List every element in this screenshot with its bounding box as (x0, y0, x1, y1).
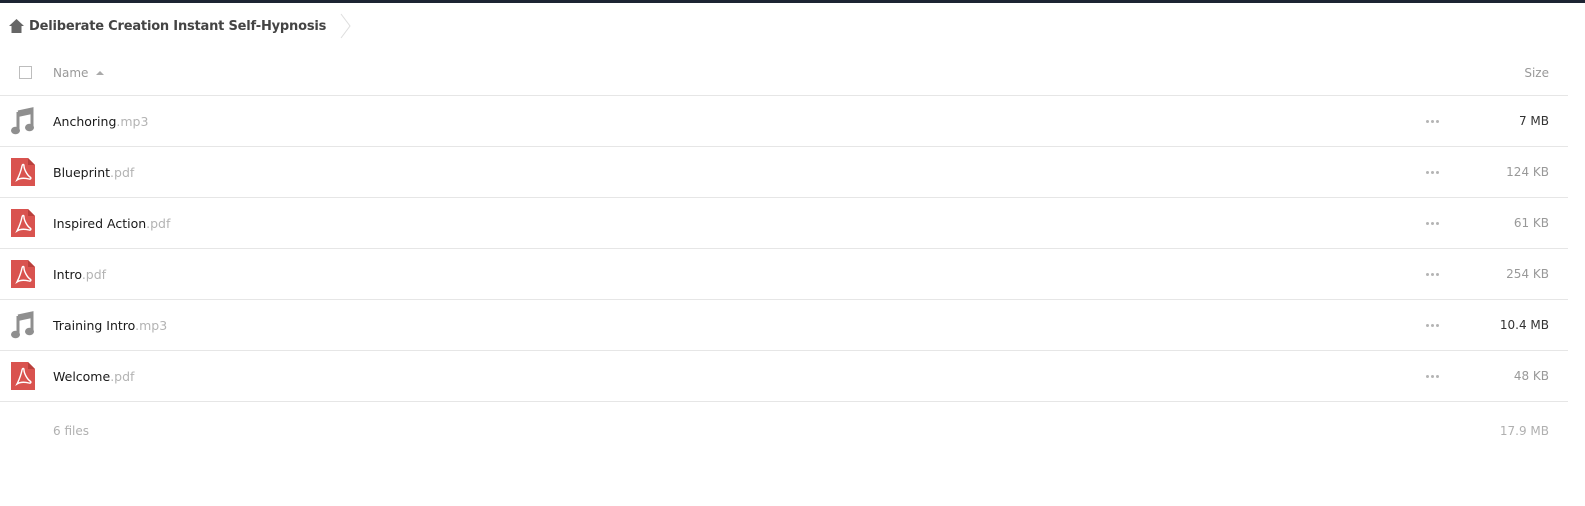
more-actions-icon[interactable] (1424, 267, 1441, 281)
file-basename: Blueprint (53, 164, 111, 180)
file-name[interactable]: Anchoring.mp3 (53, 114, 148, 129)
name-column-header[interactable]: Name (53, 66, 105, 80)
select-all-checkbox[interactable] (19, 66, 32, 79)
file-row[interactable]: Training Intro.mp3 10.4 MB (0, 300, 1568, 351)
file-size: 61 KB (1513, 216, 1549, 230)
file-basename: Welcome (53, 368, 111, 384)
file-basename: Anchoring (53, 113, 117, 129)
size-column-header[interactable]: Size (1524, 66, 1549, 80)
file-extension: .mp3 (135, 317, 168, 333)
file-count: 6 files (53, 424, 89, 438)
home-icon[interactable] (9, 19, 24, 33)
file-size: 10.4 MB (1499, 318, 1549, 332)
more-actions-icon[interactable] (1424, 369, 1441, 383)
file-extension: .pdf (110, 368, 135, 384)
breadcrumb-current-folder[interactable]: Deliberate Creation Instant Self-Hypnosi… (29, 19, 326, 34)
more-actions-icon[interactable] (1424, 114, 1441, 128)
total-size: 17.9 MB (1499, 424, 1549, 438)
file-name[interactable]: Blueprint.pdf (53, 165, 134, 180)
breadcrumb-separator-icon (340, 13, 351, 39)
file-row[interactable]: Intro.pdf 254 KB (0, 249, 1568, 300)
file-row[interactable]: Welcome.pdf 48 KB (0, 351, 1568, 402)
file-basename: Inspired Action (53, 215, 147, 231)
table-header: Name Size (0, 51, 1568, 96)
file-name[interactable]: Inspired Action.pdf (53, 216, 170, 231)
file-size: 48 KB (1513, 369, 1549, 383)
file-extension: .pdf (81, 266, 107, 282)
more-actions-icon[interactable] (1424, 318, 1441, 332)
more-actions-icon[interactable] (1424, 216, 1441, 230)
file-size: 7 MB (1518, 114, 1549, 128)
pdf-icon (11, 362, 35, 390)
file-table: Name Size Anchoring.mp3 7 MB Blueprint.pd… (0, 51, 1568, 460)
more-actions-icon[interactable] (1424, 165, 1441, 179)
breadcrumb: Deliberate Creation Instant Self-Hypnosi… (9, 13, 352, 39)
file-extension: .pdf (146, 215, 171, 231)
file-extension: .pdf (110, 164, 135, 180)
file-size: 124 KB (1506, 165, 1549, 179)
music-note-icon (11, 311, 34, 339)
pdf-icon (11, 158, 35, 186)
table-footer: 6 files 17.9 MB (0, 402, 1568, 460)
file-name[interactable]: Welcome.pdf (53, 369, 134, 384)
file-basename: Intro (53, 266, 82, 282)
sort-ascending-icon (96, 71, 105, 75)
file-row[interactable]: Anchoring.mp3 7 MB (0, 96, 1568, 147)
file-size: 254 KB (1506, 267, 1549, 281)
music-note-icon (11, 107, 34, 135)
file-name[interactable]: Training Intro.mp3 (53, 318, 167, 333)
file-row[interactable]: Inspired Action.pdf 61 KB (0, 198, 1568, 249)
file-basename: Training Intro (53, 317, 136, 333)
pdf-icon (11, 260, 35, 288)
file-row[interactable]: Blueprint.pdf 124 KB (0, 147, 1568, 198)
pdf-icon (11, 209, 35, 237)
file-extension: .mp3 (116, 113, 149, 129)
name-header-label: Name (53, 66, 89, 80)
file-name[interactable]: Intro.pdf (53, 267, 106, 282)
